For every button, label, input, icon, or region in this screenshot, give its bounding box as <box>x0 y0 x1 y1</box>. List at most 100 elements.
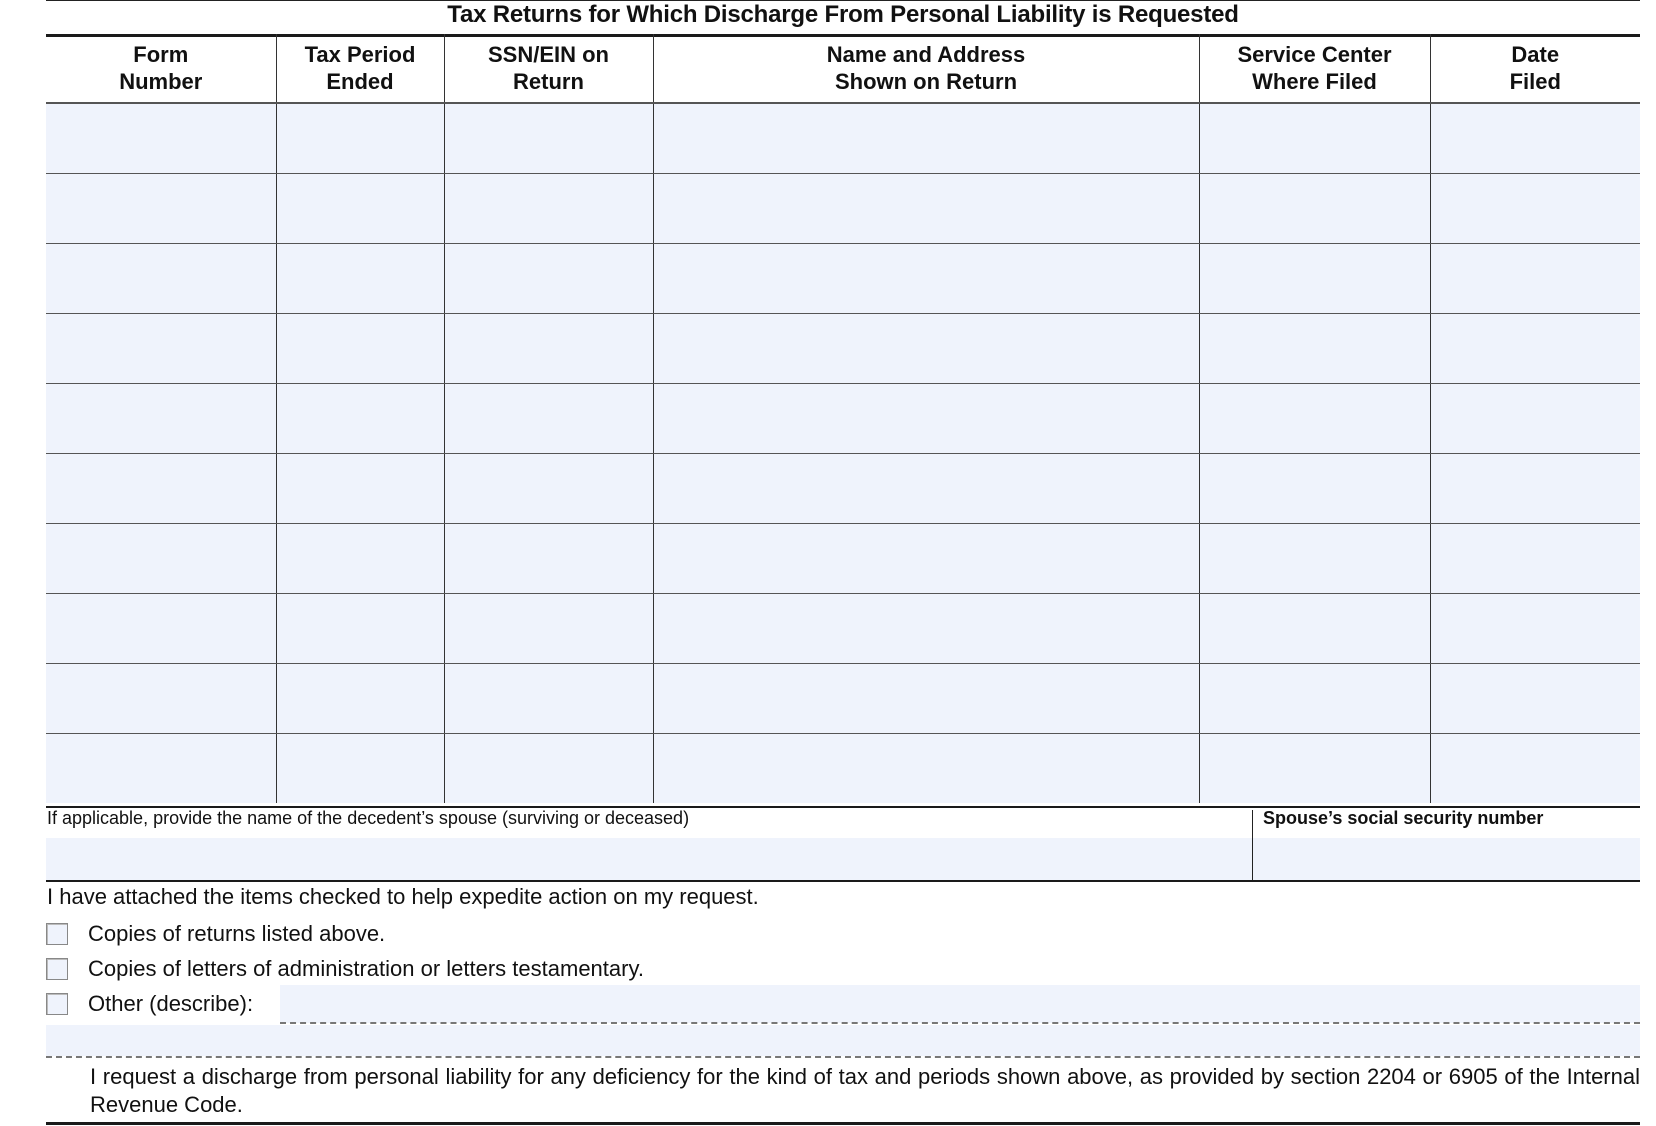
column-header: SSN/EIN on Return <box>444 34 654 104</box>
table-cell-input[interactable] <box>46 383 277 454</box>
table-cell-input[interactable] <box>444 243 654 314</box>
table-cell-input[interactable] <box>276 173 445 244</box>
column-header-line1: SSN/EIN on <box>487 42 609 67</box>
table-row <box>46 243 1640 314</box>
table-cell-input[interactable] <box>444 453 654 524</box>
column-header-line2: Ended <box>326 69 394 94</box>
table-cell-input[interactable] <box>1430 523 1640 594</box>
column-header: Date Filed <box>1430 34 1640 104</box>
table-cell-input[interactable] <box>276 313 445 384</box>
table-cell-input[interactable] <box>46 523 277 594</box>
table-cell-input[interactable] <box>1430 383 1640 454</box>
other-describe-dashed-line1 <box>280 1022 1640 1024</box>
table-cell-input[interactable] <box>276 733 445 803</box>
table-cell-input[interactable] <box>444 523 654 594</box>
table-cell-input[interactable] <box>653 173 1200 244</box>
table-cell-input[interactable] <box>1430 453 1640 524</box>
form-bottom-border <box>46 1122 1640 1125</box>
returns-checkbox-label: Copies of returns listed above. <box>88 921 386 946</box>
table-cell-input[interactable] <box>46 313 277 384</box>
table-cell-input[interactable] <box>276 383 445 454</box>
table-cell-input[interactable] <box>1430 103 1640 174</box>
table-cell-input[interactable] <box>1199 733 1431 803</box>
table-cell-input[interactable] <box>444 663 654 734</box>
table-cell-input[interactable] <box>1199 173 1431 244</box>
table-cell-input[interactable] <box>46 243 277 314</box>
table-cell-input[interactable] <box>444 593 654 664</box>
table-cell-input[interactable] <box>1430 593 1640 664</box>
table-cell-input[interactable] <box>653 103 1200 174</box>
table-row <box>46 173 1640 244</box>
table-cell-input[interactable] <box>1199 103 1431 174</box>
table-cell-input[interactable] <box>653 733 1200 803</box>
table-cell-input[interactable] <box>1430 313 1640 384</box>
column-header: Name and Address Shown on Return <box>653 34 1200 104</box>
table-cell-input[interactable] <box>46 593 277 664</box>
table-cell-input[interactable] <box>1199 453 1431 524</box>
table-cell-input[interactable] <box>1199 313 1431 384</box>
other-describe-dashed-line2 <box>46 1056 1640 1058</box>
table-cell-input[interactable] <box>444 103 654 174</box>
table-cell-input[interactable] <box>653 663 1200 734</box>
column-header: Tax Period Ended <box>276 34 445 104</box>
table-cell-input[interactable] <box>653 453 1200 524</box>
table-cell-input[interactable] <box>276 103 445 174</box>
spouse-name-input[interactable] <box>46 838 1252 882</box>
other-checkbox-label: Other (describe): <box>88 991 254 1016</box>
column-header-line1: Service Center <box>1237 42 1392 67</box>
table-cell-input[interactable] <box>276 523 445 594</box>
table-cell-input[interactable] <box>444 173 654 244</box>
returns-checkbox[interactable] <box>46 923 68 945</box>
column-header-line2: Where Filed <box>1252 69 1377 94</box>
table-cell-input[interactable] <box>653 313 1200 384</box>
table-cell-input[interactable] <box>1199 663 1431 734</box>
table-cell-input[interactable] <box>653 593 1200 664</box>
spouse-ssn-input[interactable] <box>1253 838 1640 882</box>
table-cell-input[interactable] <box>1199 383 1431 454</box>
table-row <box>46 593 1640 664</box>
table-cell-input[interactable] <box>444 733 654 803</box>
request-statement: I request a discharge from personal liab… <box>90 1064 1640 1117</box>
table-cell-input[interactable] <box>276 453 445 524</box>
table-cell-input[interactable] <box>653 523 1200 594</box>
table-row <box>46 453 1640 524</box>
column-header-line1: Tax Period <box>304 42 416 67</box>
table-cell-input[interactable] <box>1199 593 1431 664</box>
column-header-line1: Date <box>1511 42 1560 67</box>
table-cell-input[interactable] <box>276 593 445 664</box>
section-title: Tax Returns for Which Discharge From Per… <box>447 1 1239 28</box>
attachment-item-letters: Copies of letters of administration or l… <box>46 956 644 982</box>
table-cell-input[interactable] <box>653 383 1200 454</box>
table-cell-input[interactable] <box>276 663 445 734</box>
table-cell-input[interactable] <box>46 663 277 734</box>
table-cell-input[interactable] <box>46 733 277 803</box>
column-header-line1: Name and Address <box>826 42 1026 67</box>
column-header: Form Number <box>46 34 277 104</box>
table-cell-input[interactable] <box>276 243 445 314</box>
spouse-ssn-label: Spouse’s social security number <box>1263 808 1544 828</box>
table-cell-input[interactable] <box>46 453 277 524</box>
table-cell-input[interactable] <box>1199 523 1431 594</box>
table-cell-input[interactable] <box>444 383 654 454</box>
table-cell-input[interactable] <box>1430 663 1640 734</box>
other-checkbox[interactable] <box>46 993 68 1015</box>
table-row <box>46 733 1640 803</box>
table-cell-input[interactable] <box>46 103 277 174</box>
column-header-line2: Return <box>513 69 584 94</box>
attachment-item-other: Other (describe): <box>46 991 253 1017</box>
table-cell-input[interactable] <box>1430 243 1640 314</box>
letters-checkbox-label: Copies of letters of administration or l… <box>88 956 644 981</box>
other-describe-input-line1[interactable] <box>280 985 1640 1023</box>
attachment-item-returns: Copies of returns listed above. <box>46 921 385 947</box>
tax-returns-table: Form Number Tax Period Ended SSN/EIN on Retur… <box>46 34 1640 803</box>
table-cell-input[interactable] <box>444 313 654 384</box>
spouse-name-label: If applicable, provide the name of the d… <box>47 808 690 828</box>
letters-checkbox[interactable] <box>46 958 68 980</box>
table-cell-input[interactable] <box>1430 173 1640 244</box>
table-cell-input[interactable] <box>653 243 1200 314</box>
other-describe-input-line2[interactable] <box>46 1025 1640 1056</box>
table-cell-input[interactable] <box>46 173 277 244</box>
spouse-section-bottom-border <box>46 880 1640 882</box>
table-cell-input[interactable] <box>1199 243 1431 314</box>
table-cell-input[interactable] <box>1430 733 1640 803</box>
